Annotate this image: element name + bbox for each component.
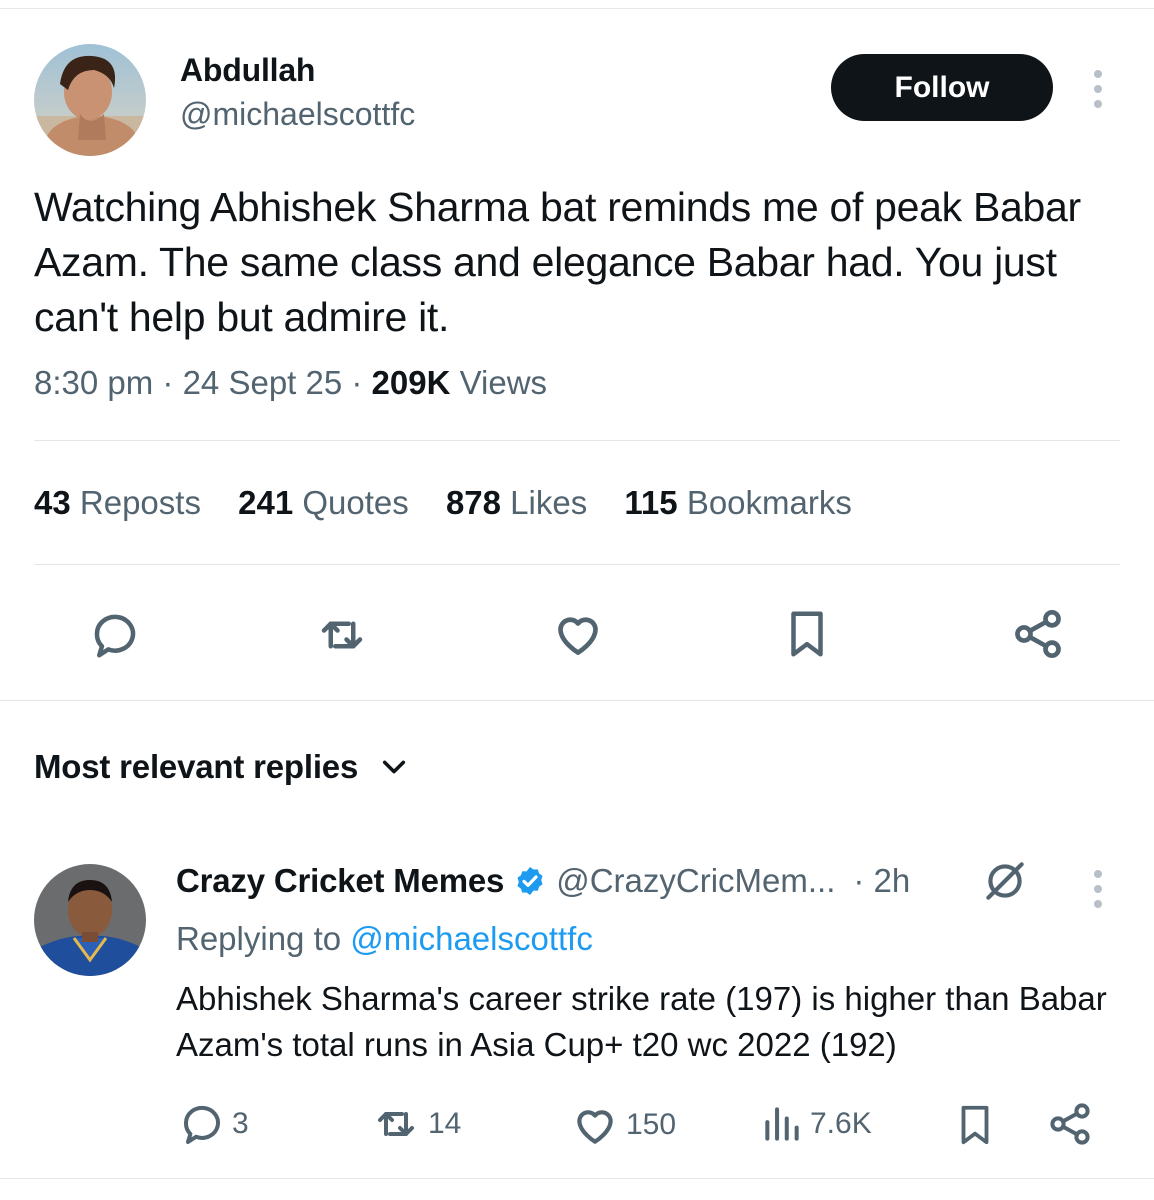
divider: [34, 440, 1120, 441]
top-divider: [0, 8, 1154, 9]
reply-views-button[interactable]: 7.6K: [760, 1100, 872, 1148]
reply-bookmark-button[interactable]: [952, 1100, 998, 1150]
bookmark-icon[interactable]: [780, 606, 834, 662]
repost-icon: [378, 1112, 414, 1136]
reply-share-button[interactable]: [1046, 1100, 1094, 1148]
quotes-stat[interactable]: 241 Quotes: [238, 484, 409, 521]
bottom-divider: [0, 1178, 1154, 1179]
reply-icon: [183, 1105, 220, 1144]
divider: [34, 564, 1120, 565]
views-count: 209K: [371, 364, 451, 401]
replies-sort-label: Most relevant replies: [34, 748, 359, 785]
reply-repost-button[interactable]: 14: [370, 1100, 461, 1148]
share-icon: [1050, 1103, 1090, 1145]
author-avatar[interactable]: [34, 44, 146, 156]
tweet-meta: 8:30 pm · 24 Sept 25 · 209K Views: [34, 364, 548, 401]
reply-replies-count: 3: [232, 1107, 249, 1140]
reply-more-options-icon[interactable]: [1093, 870, 1103, 908]
reply-reposts-count: 14: [428, 1107, 462, 1140]
reply-reply-button[interactable]: 3: [178, 1100, 249, 1148]
views-label: Views: [459, 364, 548, 401]
reply-likes-count: 150: [626, 1108, 677, 1141]
bookmark-icon: [961, 1105, 989, 1145]
likes-stat[interactable]: 878 Likes: [446, 484, 587, 521]
reply-like-button[interactable]: 150: [570, 1100, 676, 1150]
share-icon[interactable]: [1010, 606, 1066, 662]
tweet-time[interactable]: 8:30 pm: [34, 364, 153, 401]
replies-sort-dropdown[interactable]: Most relevant replies: [34, 748, 408, 786]
author-handle[interactable]: @michaelscottfc: [180, 96, 415, 133]
tweet-date[interactable]: 24 Sept 25: [183, 364, 343, 401]
bookmarks-stat[interactable]: 115 Bookmarks: [624, 484, 851, 521]
chevron-down-icon: [383, 760, 406, 774]
reply-author-avatar[interactable]: [34, 864, 146, 976]
replying-to: Replying to @michaelscottfc: [176, 920, 593, 957]
analytics-icon: [765, 1107, 799, 1141]
author-name[interactable]: Abdullah: [180, 52, 315, 89]
reposts-stat[interactable]: 43 Reposts: [34, 484, 201, 521]
reply-author-name[interactable]: Crazy Cricket Memes: [176, 862, 504, 900]
section-divider: [0, 700, 1154, 701]
tweet-text: Watching Abhishek Sharma bat reminds me …: [34, 184, 1081, 340]
engagement-stats: 43 Reposts 241 Quotes 878 Likes 115 Book…: [34, 484, 880, 522]
reply-header: Crazy Cricket Memes @CrazyCricMem... · 2…: [176, 862, 910, 900]
follow-button[interactable]: Follow: [831, 54, 1053, 121]
repost-icon[interactable]: [314, 608, 370, 662]
replying-to-handle[interactable]: @michaelscottfc: [350, 920, 593, 957]
verified-badge-icon: [517, 867, 543, 895]
like-icon[interactable]: [550, 606, 606, 662]
reply-text: Abhishek Sharma's career strike rate (19…: [176, 980, 1107, 1063]
reply-author-handle[interactable]: @CrazyCricMem...: [556, 862, 835, 900]
reply-time[interactable]: · 2h: [853, 862, 910, 900]
reply-views-count: 7.6K: [810, 1107, 872, 1140]
grok-icon[interactable]: [980, 856, 1030, 911]
reply-icon[interactable]: [88, 608, 142, 662]
more-options-icon[interactable]: [1093, 70, 1103, 108]
like-icon: [577, 1110, 613, 1144]
